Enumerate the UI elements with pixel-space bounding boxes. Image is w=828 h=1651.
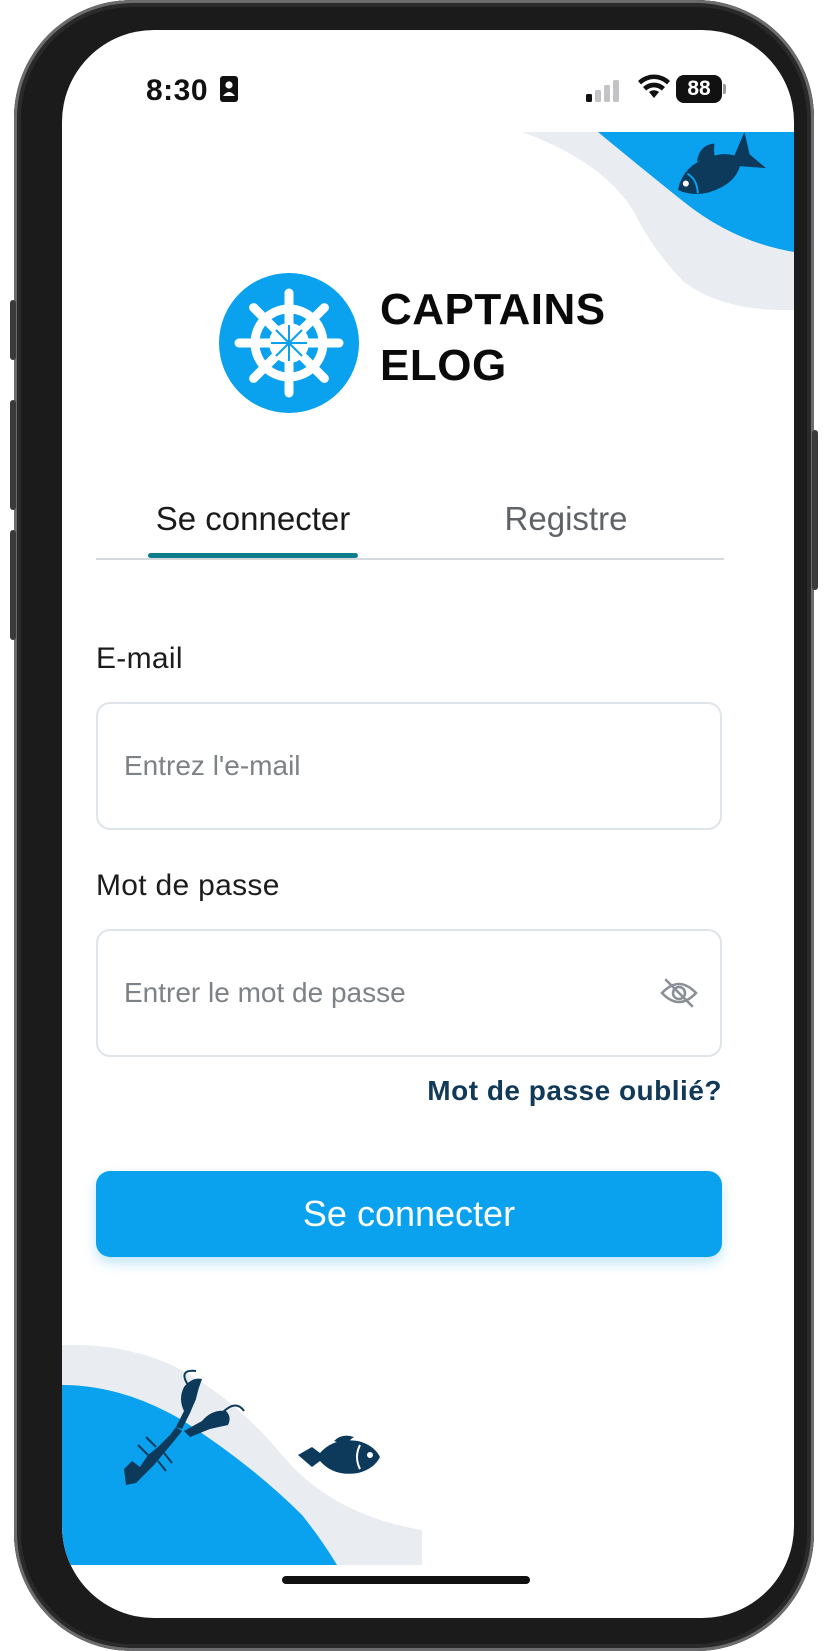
brand-name-line2: ELOG	[380, 341, 507, 390]
active-tab-indicator	[148, 553, 358, 558]
eye-slash-icon[interactable]	[660, 977, 698, 1009]
email-field[interactable]	[96, 702, 722, 830]
mute-switch	[10, 300, 16, 360]
password-input[interactable]	[124, 977, 720, 1009]
password-field[interactable]	[96, 929, 722, 1057]
brand-name: CAPTAINS ELOG	[380, 282, 606, 394]
forgot-password-link[interactable]: Mot de passe oublié?	[427, 1075, 722, 1107]
wifi-icon	[638, 74, 670, 98]
phone-frame: 8:30 88 CAPTAINS ELOG Se connecter Regis…	[10, 0, 818, 1651]
battery-icon: 88	[676, 75, 726, 103]
id-card-icon	[220, 76, 238, 102]
tab-login[interactable]: Se connecter	[148, 500, 358, 558]
status-time: 8:30	[146, 74, 209, 107]
app-screen: 8:30 88 CAPTAINS ELOG Se connecter Regis…	[62, 30, 794, 1618]
ship-wheel-icon	[219, 273, 359, 413]
email-label: E-mail	[96, 642, 183, 675]
volume-up-button	[10, 400, 16, 510]
home-indicator[interactable]	[282, 1576, 530, 1584]
bottom-wave-decoration	[62, 1345, 422, 1565]
email-input[interactable]	[124, 750, 720, 782]
fish-icon	[298, 1435, 380, 1474]
volume-down-button	[10, 530, 16, 640]
battery-tip	[723, 84, 726, 94]
brand-name-line1: CAPTAINS	[380, 285, 606, 334]
battery-level: 88	[676, 75, 722, 103]
password-label: Mot de passe	[96, 869, 280, 902]
login-button[interactable]: Se connecter	[96, 1171, 722, 1257]
power-button	[812, 430, 818, 590]
auth-tabs: Se connecter Registre	[96, 500, 724, 560]
tab-register[interactable]: Registre	[496, 500, 636, 558]
cellular-signal-icon	[586, 80, 619, 102]
